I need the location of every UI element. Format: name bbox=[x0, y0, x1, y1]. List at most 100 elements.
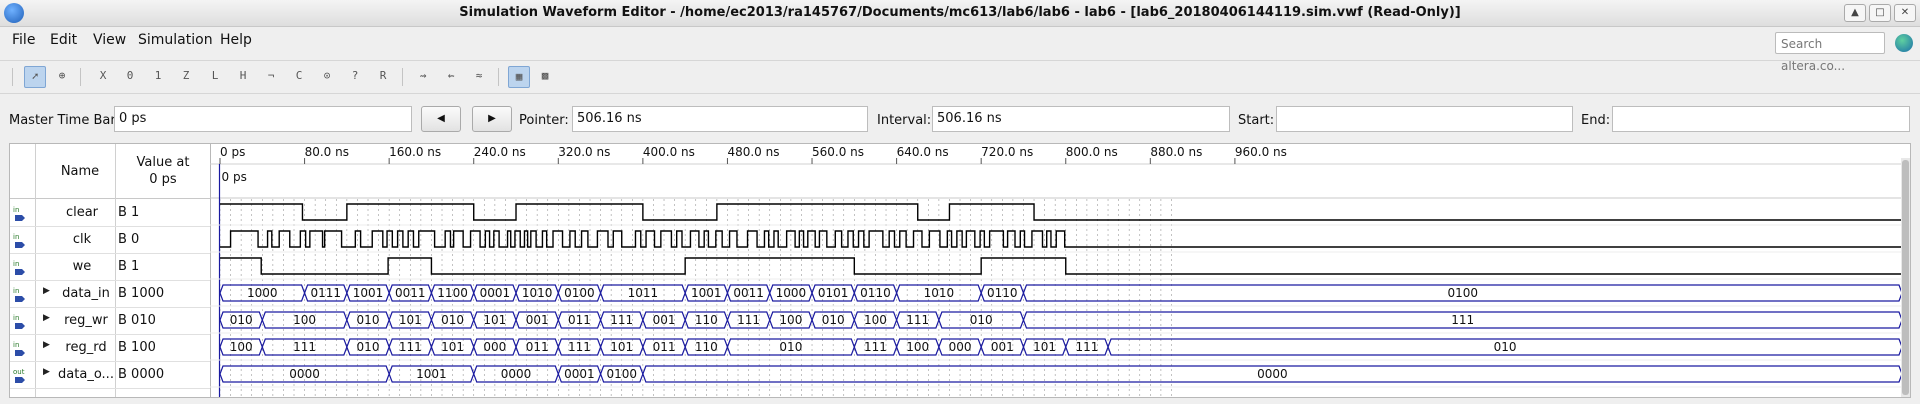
bus-value-label: 100 bbox=[293, 313, 316, 327]
bus-value-label: 010 bbox=[1494, 340, 1517, 354]
forcing-high-icon[interactable]: 1 bbox=[148, 66, 168, 86]
bus-value-label: 100 bbox=[779, 313, 802, 327]
time-tick-label: 800.0 ns bbox=[1066, 145, 1118, 159]
bus-value-label: 111 bbox=[399, 340, 422, 354]
signal-row-clear[interactable]: in clear B 1 bbox=[10, 199, 210, 227]
bus-value-label: 101 bbox=[610, 340, 633, 354]
signal-name: we bbox=[72, 259, 92, 274]
forcing-unknown-icon[interactable]: X bbox=[93, 66, 113, 86]
bus-value-label: 111 bbox=[906, 313, 929, 327]
search-input[interactable]: Search altera.co... bbox=[1775, 32, 1885, 73]
menu-edit[interactable]: Edit bbox=[50, 32, 77, 48]
time-bar-row: Master Time Bar: 0 ps ◀ ▶ Pointer: 506.1… bbox=[0, 104, 1920, 134]
overwrite-clock-icon[interactable]: ⊙ bbox=[317, 66, 337, 86]
invert-icon[interactable]: ¬ bbox=[261, 66, 281, 86]
time-tick-label: 320.0 ns bbox=[558, 145, 610, 159]
bus-value-label: 100 bbox=[230, 340, 253, 354]
bus-value-label: 111 bbox=[1451, 313, 1474, 327]
signal-row-reg-rd[interactable]: in ▶ reg_rd B 100 bbox=[10, 334, 210, 362]
svg-text:out: out bbox=[13, 368, 25, 376]
globe-icon[interactable] bbox=[1895, 34, 1913, 52]
bus-value-label: 111 bbox=[610, 313, 633, 327]
vertical-scrollbar[interactable] bbox=[1901, 158, 1910, 397]
time-tick-label: 480.0 ns bbox=[727, 145, 779, 159]
bus-value-label: 0011 bbox=[395, 286, 426, 300]
input-pin-icon: in bbox=[13, 286, 29, 302]
signal-row-reg-wr[interactable]: in ▶ reg_wr B 010 bbox=[10, 307, 210, 335]
bus-value-label: 111 bbox=[737, 313, 760, 327]
bus-value-label: 111 bbox=[864, 340, 887, 354]
bus-value-label: 110 bbox=[695, 340, 718, 354]
arbitrary-value-icon[interactable]: R bbox=[373, 66, 393, 86]
signal-row-data-in[interactable]: in ▶ data_in B 1000 bbox=[10, 280, 210, 308]
bus-value-label: 010 bbox=[779, 340, 802, 354]
weak-high-icon[interactable]: H bbox=[233, 66, 253, 86]
cursor-label: 0 ps bbox=[222, 170, 247, 184]
value-header: Value at 0 ps bbox=[136, 155, 190, 187]
minimize-icon[interactable]: ▲ bbox=[1844, 4, 1866, 22]
time-tick-label: 160.0 ns bbox=[389, 145, 441, 159]
pointer-tool-icon[interactable]: ➚ bbox=[24, 66, 46, 88]
forcing-low-icon[interactable]: 0 bbox=[120, 66, 140, 86]
input-pin-icon: in bbox=[13, 259, 29, 275]
master-time-bar-input[interactable]: 0 ps bbox=[114, 106, 412, 132]
pointer-label: Pointer: bbox=[519, 113, 569, 128]
weak-low-icon[interactable]: L bbox=[205, 66, 225, 86]
wave-clear bbox=[220, 203, 1902, 221]
random-values-icon[interactable]: ? bbox=[345, 66, 365, 86]
bus-value-label: 0100 bbox=[606, 367, 637, 381]
bus-value-label: 011 bbox=[568, 313, 591, 327]
next-transition-button[interactable]: ▶ bbox=[472, 106, 512, 132]
waveform-area[interactable]: 0 ps 80.0 ns 160.0 ns 240.0 ns 320.0 ns 400.0… bbox=[210, 144, 1910, 397]
menu-view[interactable]: View bbox=[93, 32, 126, 48]
time-tick-label: 960.0 ns bbox=[1235, 145, 1287, 159]
end-field[interactable] bbox=[1612, 106, 1910, 132]
toolbar: ➚ ⊕ X 0 1 Z L H ¬ C ⊙ ? R ⇝ ⇜ ≈ ▦ ▩ bbox=[0, 60, 1920, 94]
expand-arrow-icon[interactable]: ▶ bbox=[43, 367, 50, 377]
signal-row-clk[interactable]: in clk B 0 bbox=[10, 226, 210, 254]
menu-help[interactable]: Help bbox=[220, 32, 252, 48]
signal-name: data_in bbox=[62, 286, 110, 301]
signal-name-column: Name Value at 0 ps in clear B 1 in clk B 0 in we… bbox=[10, 144, 211, 397]
grid-view-icon[interactable]: ▩ bbox=[535, 66, 555, 86]
zoom-tool-icon[interactable]: ⊕ bbox=[52, 66, 72, 86]
bus-value-label: 101 bbox=[399, 313, 422, 327]
restore-icon[interactable]: □ bbox=[1869, 4, 1891, 22]
signal-value: B 1 bbox=[118, 205, 140, 220]
interval-field[interactable]: 506.16 ns bbox=[932, 106, 1230, 132]
waveform-canvas[interactable]: 0 ps 80.0 ns 160.0 ns 240.0 ns 320.0 ns 400.0… bbox=[210, 144, 1902, 397]
pointer-field[interactable]: 506.16 ns bbox=[572, 106, 868, 132]
simulate-functional-icon[interactable]: ⇝ bbox=[413, 66, 433, 86]
window-title: Simulation Waveform Editor - /home/ec201… bbox=[459, 5, 1461, 20]
bus-value-label: 110 bbox=[695, 313, 718, 327]
signal-value: B 1 bbox=[118, 259, 140, 274]
count-value-icon[interactable]: C bbox=[289, 66, 309, 86]
bus-value-label: 1001 bbox=[691, 286, 722, 300]
expand-arrow-icon[interactable]: ▶ bbox=[43, 286, 50, 296]
bus-value-label: 100 bbox=[864, 313, 887, 327]
svg-text:in: in bbox=[13, 206, 19, 214]
menu-simulation[interactable]: Simulation bbox=[138, 32, 213, 48]
menu-file[interactable]: File bbox=[12, 32, 35, 48]
start-label: Start: bbox=[1238, 113, 1275, 128]
expand-arrow-icon[interactable]: ▶ bbox=[43, 340, 50, 350]
time-tick-label: 400.0 ns bbox=[643, 145, 695, 159]
bus-value-label: 0001 bbox=[564, 367, 595, 381]
simulate-timing-icon[interactable]: ⇜ bbox=[441, 66, 461, 86]
bus-value-label: 111 bbox=[568, 340, 591, 354]
close-icon[interactable]: ✕ bbox=[1894, 4, 1916, 22]
signal-row-data-o-[interactable]: out ▶ data_o... B 0000 bbox=[10, 361, 210, 389]
time-tick-label: 240.0 ns bbox=[474, 145, 526, 159]
bus-value-label: 111 bbox=[1075, 340, 1098, 354]
signal-row-we[interactable]: in we B 1 bbox=[10, 253, 210, 281]
expand-arrow-icon[interactable]: ▶ bbox=[43, 313, 50, 323]
bus-value-label: 0001 bbox=[480, 286, 511, 300]
waveform-view-icon[interactable]: ▦ bbox=[508, 66, 530, 88]
start-field[interactable] bbox=[1276, 106, 1573, 132]
netlist-icon[interactable]: ≈ bbox=[469, 66, 489, 86]
previous-transition-button[interactable]: ◀ bbox=[421, 106, 461, 132]
bus-value-label: 1000 bbox=[247, 286, 278, 300]
bus-value-label: 001 bbox=[991, 340, 1014, 354]
svg-text:in: in bbox=[13, 233, 19, 241]
high-impedance-icon[interactable]: Z bbox=[176, 66, 196, 86]
